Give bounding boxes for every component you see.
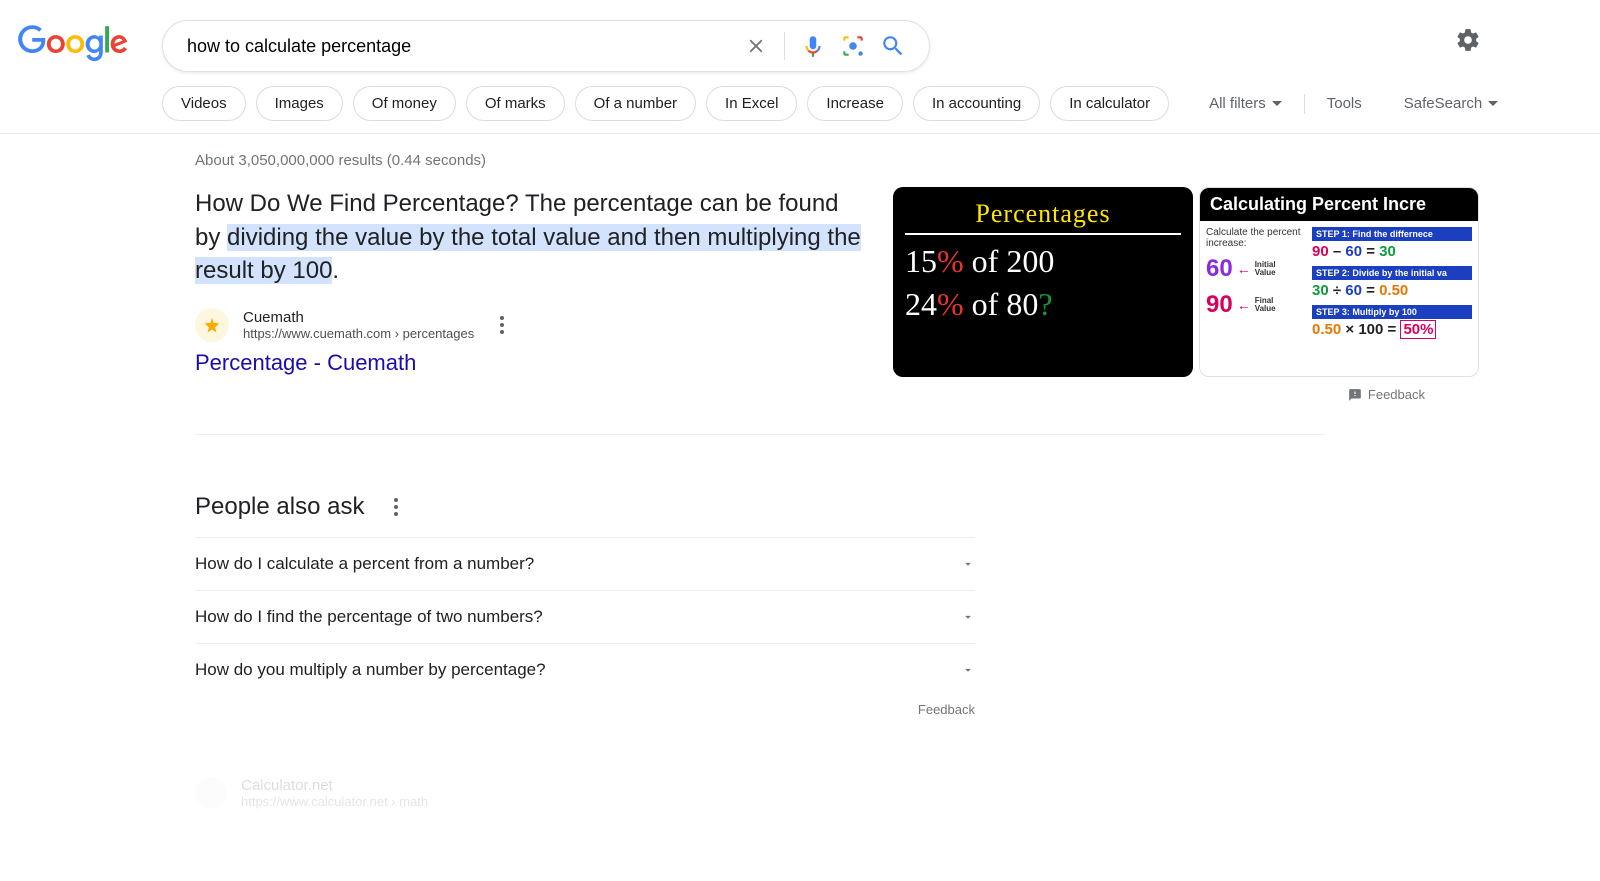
chevron-down-icon xyxy=(961,557,975,571)
next-result[interactable]: Calculator.net https://www.calculator.ne… xyxy=(195,777,1600,809)
more-icon[interactable] xyxy=(492,316,512,334)
voice-search-icon[interactable] xyxy=(799,32,827,60)
divider xyxy=(1304,94,1305,114)
favicon-icon xyxy=(195,308,229,342)
search-bar-container xyxy=(150,20,930,72)
filter-row: Videos Images Of money Of marks Of a num… xyxy=(0,72,1600,134)
paa-item[interactable]: How do I find the percentage of two numb… xyxy=(195,590,975,643)
chevron-down-icon xyxy=(961,610,975,624)
google-logo[interactable] xyxy=(10,20,150,67)
safesearch-link[interactable]: SafeSearch xyxy=(1404,95,1498,112)
divider xyxy=(195,434,1325,435)
favicon-icon xyxy=(195,777,227,809)
header-actions xyxy=(1454,20,1570,54)
paa-feedback-link[interactable]: Feedback xyxy=(195,702,975,717)
thumb2-title: Calculating Percent Incre xyxy=(1200,188,1478,221)
paa-question: How do I calculate a percent from a numb… xyxy=(195,554,534,574)
clear-icon[interactable] xyxy=(742,32,770,60)
chip-increase[interactable]: Increase xyxy=(807,86,903,121)
paa-item[interactable]: How do I calculate a percent from a numb… xyxy=(195,537,975,590)
tools-link[interactable]: Tools xyxy=(1327,95,1362,112)
chip-images[interactable]: Images xyxy=(256,86,343,121)
source-name: Calculator.net xyxy=(241,777,428,794)
feedback-icon xyxy=(1348,388,1362,402)
result-stats: About 3,050,000,000 results (0.44 second… xyxy=(195,152,1600,169)
thumb1-title: Percentages xyxy=(905,199,1181,235)
paa-question: How do you multiply a number by percenta… xyxy=(195,660,546,680)
search-icon[interactable] xyxy=(879,32,907,60)
header xyxy=(0,0,1600,72)
result-title-link[interactable]: Percentage - Cuemath xyxy=(195,350,865,376)
paa-heading: People also ask xyxy=(195,493,975,521)
chip-of-marks[interactable]: Of marks xyxy=(466,86,565,121)
source-url: https://www.cuemath.com › percentages xyxy=(243,326,474,341)
people-also-ask: People also ask How do I calculate a per… xyxy=(195,493,975,717)
source-name: Cuemath xyxy=(243,309,474,326)
lens-search-icon[interactable] xyxy=(839,32,867,60)
apps-icon[interactable] xyxy=(1502,26,1530,54)
chip-in-accounting[interactable]: In accounting xyxy=(913,86,1040,121)
thumbnail-2[interactable]: Calculating Percent Incre Calculate the … xyxy=(1199,187,1479,377)
chip-of-money[interactable]: Of money xyxy=(353,86,456,121)
paa-item[interactable]: How do you multiply a number by percenta… xyxy=(195,643,975,696)
chip-in-excel[interactable]: In Excel xyxy=(706,86,797,121)
settings-icon[interactable] xyxy=(1454,26,1482,54)
thumbnails: Percentages 15% of 200 24% of 80? Calcul… xyxy=(893,187,1479,377)
featured-snippet: How Do We Find Percentage? The percentag… xyxy=(195,187,1600,377)
paa-question: How do I find the percentage of two numb… xyxy=(195,607,543,627)
chip-of-a-number[interactable]: Of a number xyxy=(575,86,696,121)
chip-in-calculator[interactable]: In calculator xyxy=(1050,86,1169,121)
all-filters-link[interactable]: All filters xyxy=(1209,95,1282,112)
chevron-down-icon xyxy=(961,663,975,677)
source-url: https://www.calculator.net › math xyxy=(241,794,428,809)
chevron-down-icon xyxy=(1272,101,1282,106)
feedback-link[interactable]: Feedback xyxy=(195,387,1455,402)
chip-videos[interactable]: Videos xyxy=(162,86,246,121)
thumbnail-1[interactable]: Percentages 15% of 200 24% of 80? xyxy=(893,187,1193,377)
search-divider xyxy=(784,32,785,60)
more-icon[interactable] xyxy=(386,498,406,516)
result-source: Cuemath https://www.cuemath.com › percen… xyxy=(195,308,865,342)
search-bar xyxy=(162,20,930,72)
search-input[interactable] xyxy=(179,36,736,57)
chevron-down-icon xyxy=(1488,101,1498,106)
snippet-text: How Do We Find Percentage? The percentag… xyxy=(195,187,865,288)
results: About 3,050,000,000 results (0.44 second… xyxy=(0,134,1600,809)
